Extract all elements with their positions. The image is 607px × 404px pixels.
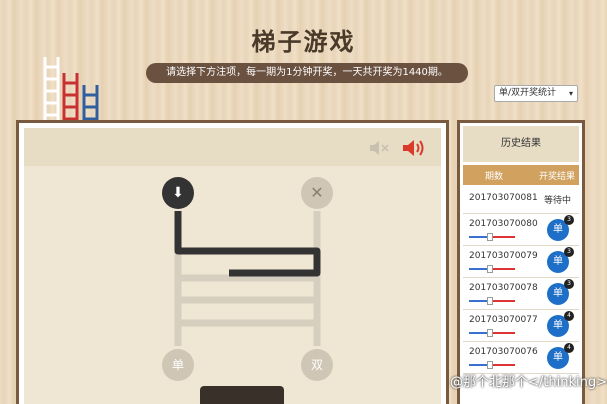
result-count: 3	[564, 215, 574, 225]
stats-type-value: 单/双开奖统计	[499, 88, 557, 98]
bottom-tab[interactable]	[200, 386, 284, 404]
history-row[interactable]: 201703070076 单 4	[463, 343, 579, 374]
history-title: 历史结果	[463, 126, 579, 162]
watermark: @那个北那个</thinking>ey	[450, 375, 607, 390]
right-start-button[interactable]: ✕	[301, 177, 333, 209]
game-board: ⬇ ✕ 单 双	[24, 128, 441, 404]
start-button[interactable]: ⬇	[162, 177, 194, 209]
bar-blue	[469, 364, 489, 366]
game-panel: ⬇ ✕ 单 双	[16, 120, 449, 404]
close-icon: ✕	[310, 183, 324, 202]
bar-blue	[469, 332, 489, 334]
single-result-button[interactable]: 单	[162, 349, 194, 381]
result-count: 4	[564, 343, 574, 353]
page-title: 梯子游戏	[251, 28, 356, 56]
result-badge: 单 4	[547, 343, 574, 369]
arrow-down-icon: ⬇	[172, 185, 184, 201]
result-badge: 单 3	[547, 247, 574, 273]
col-period: 期数	[485, 172, 504, 182]
ladder-track	[174, 211, 321, 346]
history-panel: 历史结果 期数 开奖结果 201703070081 等待中 2017030700…	[457, 120, 585, 404]
chevron-down-icon: ▾	[568, 89, 573, 98]
result-badge: 单 3	[547, 215, 574, 241]
result-badge: 单 4	[547, 311, 574, 337]
history-row[interactable]: 201703070078 单 3	[463, 279, 579, 310]
waiting-status: 等待中	[543, 196, 571, 206]
result-count: 4	[564, 311, 574, 321]
bar-marker	[487, 297, 493, 305]
bar-marker	[487, 361, 493, 369]
rules-notice: 请选择下方注项，每一期为1分钟开奖，一天共开奖为1440期。	[146, 63, 468, 83]
bar-blue	[469, 236, 489, 238]
bar-blue	[469, 268, 489, 270]
result-badge: 单 3	[547, 279, 574, 305]
history-row[interactable]: 201703070080 单 3	[463, 215, 579, 246]
col-result: 开奖结果	[539, 172, 576, 182]
history-row[interactable]: 201703070081 等待中	[463, 186, 579, 214]
history-table-header: 期数 开奖结果	[463, 165, 579, 185]
stats-type-select[interactable]: 单/双开奖统计 ▾	[494, 85, 578, 102]
double-result-button[interactable]: 双	[301, 349, 333, 381]
history-row[interactable]: 201703070077 单 4	[463, 311, 579, 342]
ladders-decoration	[43, 57, 99, 125]
bar-marker	[487, 329, 493, 337]
ladder-path-line	[174, 211, 321, 277]
history-row[interactable]: 201703070079 单 3	[463, 247, 579, 278]
result-count: 3	[564, 247, 574, 257]
bar-marker	[487, 265, 493, 273]
bar-blue	[469, 300, 489, 302]
bar-marker	[487, 233, 493, 241]
result-count: 3	[564, 279, 574, 289]
